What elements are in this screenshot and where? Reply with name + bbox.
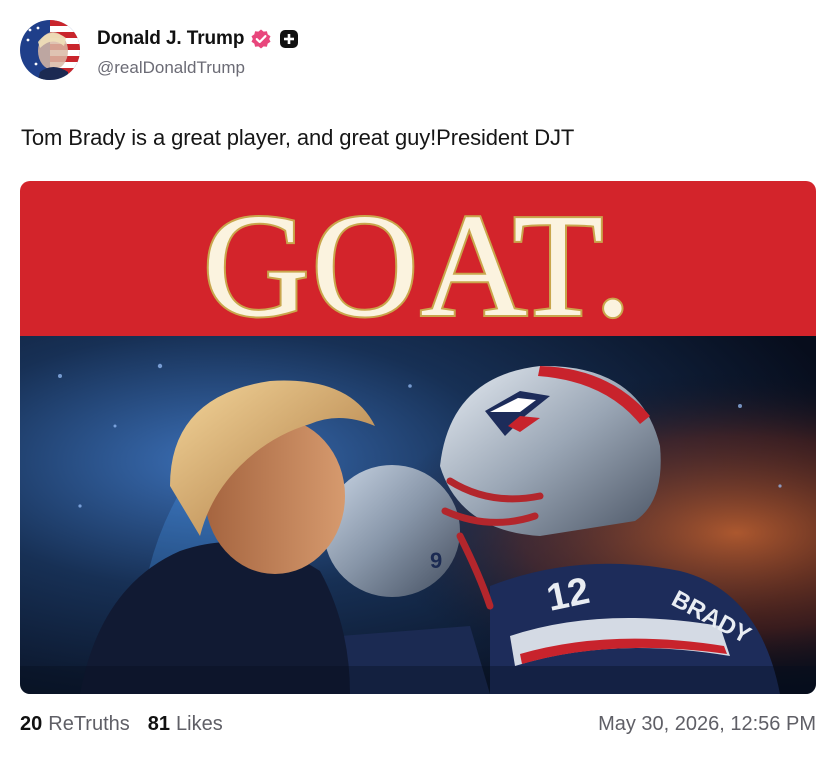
retruths-label: ReTruths — [48, 712, 130, 735]
retruths-stat[interactable]: 20 ReTruths — [20, 713, 130, 736]
post-text: Tom Brady is a great player, and great g… — [21, 125, 575, 150]
author-avatar[interactable] — [20, 20, 80, 80]
author-handle[interactable]: @realDonaldTrump — [97, 58, 245, 78]
author-display-name[interactable]: Donald J. Trump — [97, 28, 244, 50]
photo-scene: 9 12 BRADY — [20, 336, 816, 694]
post-timestamp[interactable]: May 30, 2026, 12:56 PM — [598, 713, 816, 736]
likes-count: 81 — [147, 712, 171, 735]
goat-headline: GOAT. — [201, 183, 634, 348]
svg-text:9: 9 — [430, 548, 442, 573]
plus-badge-icon — [278, 28, 300, 50]
truth-post: Donald J. Trump @realDonaldTrump Tom Bra… — [0, 0, 840, 772]
post-media-image[interactable]: GOAT. 9 12 BRADY — [20, 181, 816, 694]
goat-banner: GOAT. — [20, 181, 816, 342]
retruths-count: 20 — [20, 712, 43, 735]
author-name-row: Donald J. Trump — [97, 26, 300, 52]
likes-stat[interactable]: 81 Likes — [148, 713, 223, 736]
svg-text:12: 12 — [543, 570, 593, 620]
verified-badge-icon — [250, 28, 272, 50]
post-footer: 20 ReTruths 81 Likes May 30, 2026, 12:56… — [20, 709, 816, 739]
flag-portrait-avatar-icon — [20, 20, 80, 80]
likes-label: Likes — [176, 712, 223, 735]
